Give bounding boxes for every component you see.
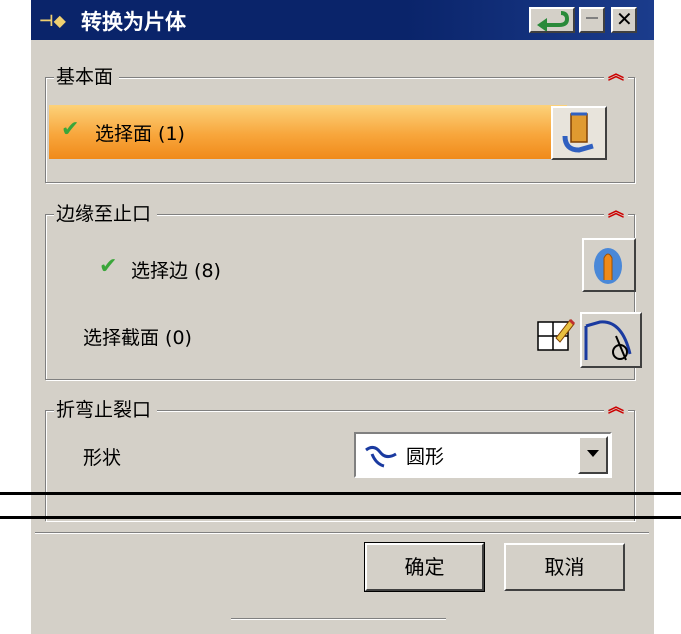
check-icon: ✔: [61, 117, 80, 142]
back-button[interactable]: [529, 7, 575, 33]
select-face-row[interactable]: ✔ 选择面 (1): [49, 105, 567, 159]
check-icon: ✔: [99, 254, 118, 279]
edge-icon: [594, 248, 622, 284]
group-title: 边缘至止口: [54, 199, 158, 226]
collapse-icon[interactable]: ︽: [603, 65, 628, 83]
group-title: 折弯止裂口: [54, 395, 158, 422]
select-edge-label[interactable]: 选择边 (8): [131, 256, 221, 283]
resize-grip[interactable]: [231, 618, 446, 620]
minimize-icon: [586, 17, 598, 19]
title-bar[interactable]: ⊣◆ 转换为片体 ✕: [31, 0, 654, 40]
shape-dropdown[interactable]: 圆形: [354, 432, 612, 478]
dialog-title: 转换为片体: [81, 10, 186, 34]
close-button[interactable]: ✕: [611, 7, 637, 33]
select-face-label: 选择面 (1): [95, 123, 185, 145]
group-edge-to-relief: 边缘至止口 ︽: [45, 199, 635, 380]
close-icon: ✕: [616, 7, 633, 31]
cancel-button[interactable]: 取消: [504, 543, 625, 591]
minimize-button[interactable]: [579, 7, 605, 33]
footer-separator: [35, 532, 649, 534]
pin-icon[interactable]: ⊣◆: [39, 11, 66, 30]
chevron-down-icon: [587, 450, 599, 457]
edge-selector-button[interactable]: [582, 238, 636, 292]
dropdown-arrow-button[interactable]: [578, 436, 608, 474]
cut-line-top: [0, 492, 681, 495]
sketch-icon: [537, 318, 576, 351]
shape-label: 形状: [83, 447, 122, 469]
back-arrow-icon: [537, 11, 570, 32]
section-curve-button[interactable]: [580, 312, 642, 368]
select-section-label[interactable]: 选择截面 (0): [83, 323, 192, 350]
face-icon: [562, 112, 594, 153]
dialog: ⊣◆ 转换为片体 ✕ 基本面 ︽ ✔ 选择面 (1) 边缘至止口 ︽ ✔ 选择边…: [31, 0, 654, 634]
round-relief-icon: [365, 445, 397, 468]
cut-line-bottom: [0, 516, 681, 519]
shape-value: 圆形: [406, 446, 445, 468]
collapse-icon[interactable]: ︽: [603, 398, 628, 416]
collapse-icon[interactable]: ︽: [603, 202, 628, 220]
sketch-section-button[interactable]: [534, 316, 576, 354]
section-curve-icon: [584, 320, 632, 361]
ok-button[interactable]: 确定: [364, 542, 485, 592]
face-selector-button[interactable]: [551, 106, 607, 160]
group-title: 基本面: [54, 62, 120, 89]
